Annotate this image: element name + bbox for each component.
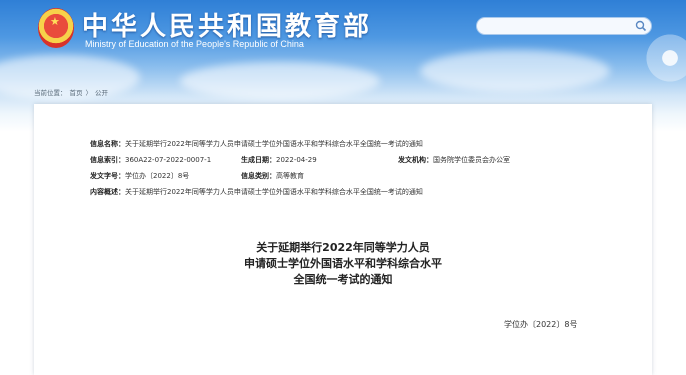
meta-name-row: 信息名称：关于延期举行2022年同等学力人员申请硕士学位外国语水平和学科综合水平… bbox=[90, 139, 423, 149]
meta-summary-row: 内容概述：关于延期举行2022年同等学力人员申请硕士学位外国语水平和学科综合水平… bbox=[90, 187, 423, 197]
document-number: 学位办〔2022〕8号 bbox=[504, 320, 578, 329]
breadcrumb: 当前位置： 首页〉公开 bbox=[34, 87, 111, 97]
meta-name-label: 信息名称： bbox=[90, 140, 125, 148]
site-subtitle: Ministry of Education of the People's Re… bbox=[85, 39, 304, 49]
breadcrumb-prefix: 当前位置： bbox=[34, 89, 67, 97]
breadcrumb-current-link[interactable]: 公开 bbox=[95, 89, 108, 97]
meta-name-value: 关于延期举行2022年同等学力人员申请硕士学位外国语水平和学科综合水平全国统一考… bbox=[125, 140, 423, 148]
meta-category-value: 高等教育 bbox=[276, 172, 304, 180]
document-title-line: 关于延期举行2022年同等学力人员 bbox=[256, 241, 430, 254]
dandelion-decoration bbox=[640, 28, 686, 88]
meta-category-label: 信息类别： bbox=[241, 172, 276, 180]
meta-index-value: 360A22-07-2022-0007-1 bbox=[125, 156, 212, 164]
meta-docnum-value: 学位办〔2022〕8号 bbox=[125, 172, 190, 180]
cloud-decoration bbox=[180, 62, 380, 100]
document-title-line: 申请硕士学位外国语水平和学科综合水平 bbox=[244, 257, 442, 270]
search-icon[interactable] bbox=[635, 20, 647, 32]
content-card: 信息名称：关于延期举行2022年同等学力人员申请硕士学位外国语水平和学科综合水平… bbox=[34, 104, 652, 375]
meta-summary-value: 关于延期举行2022年同等学力人员申请硕士学位外国语水平和学科综合水平全国统一考… bbox=[125, 188, 423, 196]
meta-date-label: 生成日期： bbox=[241, 156, 276, 164]
meta-org-row: 发文机构：国务院学位委员会办公室 bbox=[398, 155, 510, 165]
breadcrumb-home-link[interactable]: 首页 bbox=[70, 89, 83, 97]
search-input[interactable] bbox=[476, 17, 652, 35]
breadcrumb-separator: 〉 bbox=[85, 89, 93, 97]
document-title-line: 全国统一考试的通知 bbox=[293, 273, 393, 286]
meta-org-value: 国务院学位委员会办公室 bbox=[433, 156, 510, 164]
meta-docnum-row: 发文字号：学位办〔2022〕8号 bbox=[90, 171, 189, 181]
meta-index-row: 信息索引：360A22-07-2022-0007-1 bbox=[90, 155, 211, 165]
meta-docnum-label: 发文字号： bbox=[90, 172, 125, 180]
document-title: 关于延期举行2022年同等学力人员 申请硕士学位外国语水平和学科综合水平 全国统… bbox=[34, 240, 652, 288]
national-emblem-icon: ★ bbox=[38, 8, 74, 48]
meta-date-value: 2022-04-29 bbox=[276, 156, 317, 164]
meta-org-label: 发文机构： bbox=[398, 156, 433, 164]
meta-summary-label: 内容概述： bbox=[90, 188, 125, 196]
cloud-decoration bbox=[420, 50, 610, 92]
meta-category-row: 信息类别：高等教育 bbox=[241, 171, 304, 181]
site-title[interactable]: 中华人民共和国教育部 bbox=[82, 6, 372, 42]
meta-date-row: 生成日期：2022-04-29 bbox=[241, 155, 317, 165]
meta-index-label: 信息索引： bbox=[90, 156, 125, 164]
